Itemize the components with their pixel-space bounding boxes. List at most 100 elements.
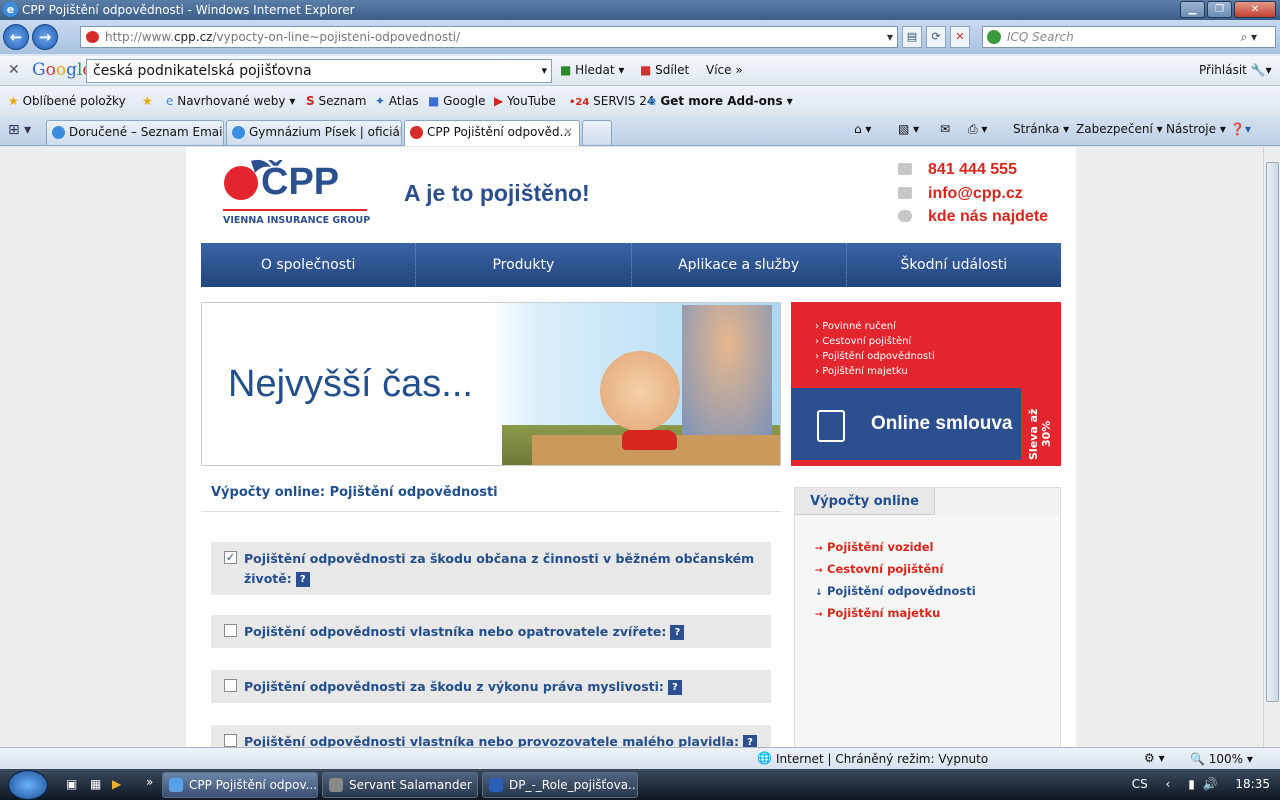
help-icon[interactable]: ?: [667, 680, 682, 695]
back-button[interactable]: ←: [3, 24, 29, 50]
network-icon[interactable]: ▮: [1188, 777, 1195, 791]
tab-cpp[interactable]: CPP Pojištění odpověd... ✕: [404, 120, 580, 146]
hero-banner[interactable]: Nejvyšší čas...: [201, 302, 781, 466]
address-input[interactable]: http://www.cpp.cz/vypocty-on-line~pojist…: [80, 26, 898, 48]
cpp-logo[interactable]: ČPP VIENNA INSURANCE GROUP: [221, 157, 371, 229]
sdilet-button[interactable]: ■ Sdílet: [640, 63, 689, 77]
popup-blocker-icon[interactable]: ⚙ ▾: [1144, 751, 1165, 765]
sidebar-tab[interactable]: Výpočty online: [795, 488, 935, 515]
sidebar-item-odpovednost[interactable]: ↓ Pojištění odpovědnosti: [815, 581, 976, 603]
sidebar-item-label: Pojištění majetku: [827, 606, 941, 620]
help-icon[interactable]: ?: [670, 625, 685, 640]
vertical-scrollbar[interactable]: [1263, 147, 1280, 747]
minimize-button[interactable]: ▁: [1180, 1, 1205, 18]
favorites-button[interactable]: ★ Oblíbené položky: [8, 94, 126, 108]
contact-phone[interactable]: 841 444 555: [898, 161, 1017, 179]
tab-seznam-email[interactable]: Doručené – Seznam Email: [46, 120, 224, 145]
search-icon[interactable]: ⌕ ▾: [1240, 27, 1257, 47]
taskbar-item-salamander[interactable]: Servant Salamander: [322, 772, 478, 798]
feeds-icon[interactable]: ▧ ▾: [898, 122, 919, 136]
fav-addons[interactable]: e Get more Add-ons ▾: [648, 94, 793, 108]
sidebar-item-majetek[interactable]: → Pojištění majetku: [815, 603, 976, 625]
vice-button[interactable]: Více »: [706, 63, 743, 77]
wrench-icon[interactable]: 🔧▾: [1251, 63, 1272, 77]
status-bar: 🌐 Internet | Chráněný režim: Vypnuto ⚙ ▾…: [0, 747, 1280, 769]
tray-arrow-icon[interactable]: ‹: [1166, 777, 1171, 791]
zabezpeceni-menu[interactable]: Zabezpečení ▾: [1076, 122, 1163, 136]
quick-tabs-icon[interactable]: ⊞ ▾: [8, 122, 31, 138]
option-myslivost[interactable]: Pojištění odpovědnosti za škodu z výkonu…: [211, 670, 771, 703]
nav-produkty[interactable]: Produkty: [416, 243, 632, 287]
close-toolbar-icon[interactable]: ✕: [8, 62, 20, 78]
promo-link[interactable]: Pojištění majetku: [815, 364, 935, 379]
fav-navrhovane[interactable]: e Navrhované weby ▾: [166, 94, 295, 108]
fav-seznam[interactable]: S Seznam: [306, 94, 366, 108]
switch-windows-icon[interactable]: ▦: [90, 777, 101, 791]
home-icon[interactable]: ⌂ ▾: [854, 122, 871, 136]
tab-close-icon[interactable]: ✕: [563, 121, 573, 143]
start-button[interactable]: [8, 770, 48, 800]
nav-o-spolecnosti[interactable]: O společnosti: [201, 243, 417, 287]
search-input[interactable]: ICQ Search ⌕ ▾: [982, 26, 1276, 48]
option-plavidlo[interactable]: Pojištění odpovědnosti vlastníka nebo pr…: [211, 725, 771, 747]
google-search-input[interactable]: česká podnikatelská pojišťovna ▾: [86, 59, 552, 83]
security-zone[interactable]: Internet | Chráněný režim: Vypnuto: [776, 752, 988, 766]
logo-subtitle: VIENNA INSURANCE GROUP: [223, 215, 371, 226]
clock[interactable]: 18:35: [1235, 777, 1270, 791]
nastroje-menu[interactable]: Nástroje ▾: [1166, 122, 1226, 136]
maximize-button[interactable]: ❐: [1207, 1, 1232, 18]
option-checkbox[interactable]: ✓: [224, 551, 237, 564]
fav-servis24[interactable]: •24 SERVIS 24: [569, 94, 654, 108]
promo-link[interactable]: Povinné ručení: [815, 319, 935, 334]
contact-location[interactable]: kde nás najdete: [898, 208, 1048, 226]
ie-icon: [232, 126, 245, 139]
option-label: Pojištění odpovědnosti za škodu občana z…: [244, 551, 755, 586]
nav-aplikace[interactable]: Aplikace a služby: [632, 243, 847, 287]
sidebar-item-label: Pojištění odpovědnosti: [827, 584, 976, 598]
quick-launch-more-icon[interactable]: »: [146, 775, 153, 789]
forward-button[interactable]: →: [32, 24, 58, 50]
language-indicator[interactable]: CS: [1132, 777, 1148, 791]
promo-link[interactable]: Pojištění odpovědnosti: [815, 349, 935, 364]
volume-icon[interactable]: 🔊: [1203, 777, 1218, 791]
taskbar-item-word[interactable]: DP_-_Role_pojišťova...: [482, 772, 638, 798]
dropdown-icon[interactable]: ▾: [541, 60, 547, 82]
option-zvire[interactable]: Pojištění odpovědnosti vlastníka nebo op…: [211, 615, 771, 648]
sidebar-item-label: Pojištění vozidel: [827, 540, 934, 554]
fav-youtube[interactable]: ▶ YouTube: [494, 94, 556, 108]
stranka-menu[interactable]: Stránka ▾: [1013, 122, 1069, 136]
scrollbar-thumb[interactable]: [1266, 162, 1279, 702]
online-contract-button[interactable]: Online smlouva: [791, 388, 1021, 460]
print-icon[interactable]: ⎙ ▾: [968, 122, 987, 137]
tab-gymnazium[interactable]: Gymnázium Písek | oficiál...: [226, 120, 402, 145]
sidebar-item-vozidla[interactable]: → Pojištění vozidel: [815, 537, 976, 559]
help-icon[interactable]: ❓▾: [1230, 122, 1251, 136]
media-player-icon[interactable]: ▶: [112, 777, 121, 791]
refresh-icon[interactable]: ⟳: [926, 26, 946, 48]
promo-link[interactable]: Cestovní pojištění: [815, 334, 935, 349]
option-checkbox[interactable]: [224, 624, 237, 637]
contact-email[interactable]: info@cpp.cz: [898, 185, 1023, 203]
option-checkbox[interactable]: [224, 734, 237, 747]
prihlasit-button[interactable]: Přihlásit 🔧▾: [1199, 63, 1272, 77]
hledat-button[interactable]: ■ Hledat ▾: [560, 63, 624, 77]
stop-icon[interactable]: ✕: [950, 26, 970, 48]
help-icon[interactable]: ?: [743, 735, 758, 747]
fav-google[interactable]: ■ Google: [428, 94, 486, 108]
help-icon[interactable]: ?: [295, 572, 310, 587]
show-desktop-icon[interactable]: ▣: [66, 777, 77, 791]
add-favorite-icon[interactable]: ★: [142, 94, 153, 108]
taskbar-item-ie[interactable]: CPP Pojištění odpov...: [162, 772, 318, 798]
nav-skodni-udalosti[interactable]: Škodní události: [847, 243, 1061, 287]
compat-view-icon[interactable]: ▤: [902, 26, 922, 48]
zoom-control[interactable]: 🔍 100% ▾: [1190, 752, 1253, 766]
mail-icon[interactable]: ✉: [940, 122, 950, 136]
sidebar-item-cestovni[interactable]: → Cestovní pojištění: [815, 559, 976, 581]
document-icon: [817, 410, 845, 442]
close-button[interactable]: ✕: [1234, 1, 1276, 18]
option-checkbox[interactable]: [224, 679, 237, 692]
fav-atlas[interactable]: ✦ Atlas: [375, 94, 419, 108]
option-obcan[interactable]: ✓ Pojištění odpovědnosti za škodu občana…: [211, 542, 771, 595]
dropdown-icon[interactable]: ▾: [887, 27, 893, 47]
new-tab-button[interactable]: [582, 120, 612, 145]
